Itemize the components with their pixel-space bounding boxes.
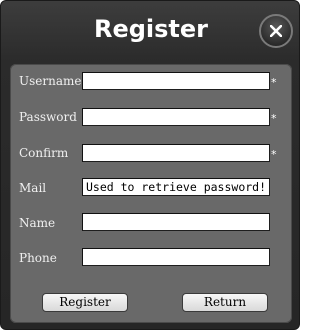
password-label: Password [19, 110, 77, 124]
close-icon [270, 25, 282, 37]
register-button[interactable]: Register [42, 293, 128, 312]
phone-field[interactable] [82, 248, 270, 266]
mail-field[interactable]: Used to retrieve password! [82, 178, 270, 196]
return-button[interactable]: Return [182, 293, 268, 312]
phone-label: Phone [19, 251, 57, 265]
username-field[interactable] [82, 72, 270, 90]
register-dialog: Register Username * Password * Confirm *… [0, 0, 300, 330]
password-field[interactable] [82, 108, 270, 126]
password-required-mark: * [271, 112, 277, 125]
confirm-label: Confirm [19, 146, 69, 160]
name-field[interactable] [82, 213, 270, 231]
confirm-required-mark: * [271, 148, 277, 161]
username-required-mark: * [271, 76, 277, 89]
name-label: Name [19, 216, 56, 230]
mail-label: Mail [19, 181, 47, 195]
username-label: Username [19, 74, 82, 88]
dialog-title: Register [93, 15, 209, 43]
form-panel: Username * Password * Confirm * Mail Use… [10, 64, 292, 323]
close-button[interactable] [259, 14, 293, 48]
confirm-password-field[interactable] [82, 144, 270, 162]
